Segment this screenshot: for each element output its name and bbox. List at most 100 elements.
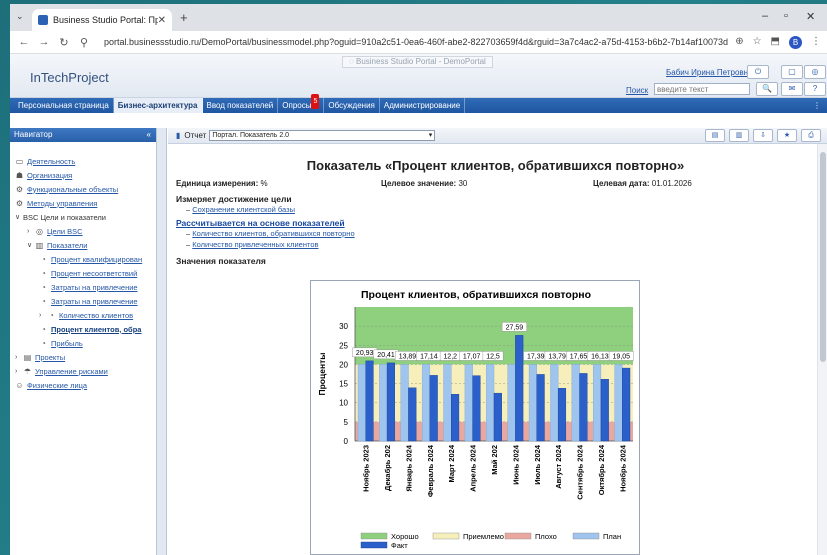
- user-profile-icon[interactable]: ⏻: [747, 65, 769, 79]
- back-icon[interactable]: ←: [16, 36, 32, 48]
- projects-icon: ▤: [23, 352, 32, 362]
- bar-fact: [472, 375, 481, 442]
- bar-fact: [493, 392, 502, 442]
- data-label: 13,89: [399, 353, 417, 360]
- user-name-link[interactable]: Бабич Ирина Петровна: [666, 68, 753, 77]
- bar-plan: [486, 364, 495, 442]
- tree-node[interactable]: › ▤ Проекты: [15, 350, 156, 364]
- calc-title-link[interactable]: Рассчитывается на основе показателей: [176, 218, 815, 228]
- minimize-icon[interactable]: –: [762, 10, 768, 22]
- search-icon[interactable]: 🔍: [756, 82, 778, 96]
- chevron-down-icon[interactable]: ∨: [15, 213, 23, 221]
- search-input[interactable]: [654, 83, 750, 95]
- tree-node[interactable]: ◔ Процент клиентов, обра: [15, 322, 156, 336]
- calc-link-2[interactable]: Количество привлеченных клиентов: [192, 240, 318, 249]
- extensions-icon[interactable]: ⬒: [771, 36, 780, 49]
- tab-search-icon[interactable]: ⌄: [16, 11, 24, 22]
- mail-icon[interactable]: ✉: [781, 82, 803, 96]
- export-pdf-icon[interactable]: ▥: [729, 129, 749, 142]
- legend-swatch: [572, 532, 600, 540]
- chevron-down-icon[interactable]: ∨: [27, 241, 35, 249]
- tree-node[interactable]: ☺ Физические лица: [15, 378, 156, 392]
- data-label: 20,93: [356, 350, 374, 357]
- tree-node[interactable]: ◔ Затраты на привлечение: [15, 280, 156, 294]
- export-doc-icon[interactable]: ▤: [705, 129, 725, 142]
- tree-node[interactable]: ⚙ Функциональные объекты: [15, 182, 156, 196]
- site-info-icon[interactable]: ⚲: [76, 36, 92, 49]
- zoom-icon[interactable]: ⊕: [735, 36, 743, 49]
- maximize-icon[interactable]: ▫: [784, 10, 788, 22]
- menu-item-label: Администрирование: [383, 101, 461, 110]
- calc-link-1[interactable]: Количество клиентов, обратившихся повтор…: [192, 229, 354, 238]
- unit-label: Единица измерения:: [176, 179, 259, 188]
- tree-node[interactable]: ◔ Прибыль: [15, 336, 156, 350]
- tree-node[interactable]: ▭ Деятельность: [15, 154, 156, 168]
- menu-item[interactable]: Администрирование: [380, 98, 466, 113]
- tree-node[interactable]: ◔ Процент несоответствий: [15, 266, 156, 280]
- new-tab-icon[interactable]: +: [180, 10, 188, 25]
- window-icon[interactable]: ▢: [781, 65, 803, 79]
- unit-value: %: [260, 179, 268, 188]
- profile-avatar[interactable]: B: [789, 35, 802, 49]
- close-tab-icon[interactable]: ✕: [158, 15, 166, 26]
- tree-node[interactable]: › ◎ Цели BSC: [15, 224, 156, 238]
- bar-plan: [379, 364, 388, 442]
- values-title: Значения показателя: [176, 256, 266, 266]
- help-icon[interactable]: ?: [804, 82, 826, 96]
- menu-item-label: Ввод показателей: [206, 101, 274, 110]
- chevron-right-icon[interactable]: ›: [39, 312, 47, 319]
- legend-swatch: [360, 541, 388, 549]
- download-icon[interactable]: ⇩: [753, 129, 773, 142]
- report-select[interactable]: Портал. Показатель 2.0 ▾: [209, 130, 436, 141]
- print-icon[interactable]: ⎙: [801, 129, 821, 142]
- portal-tag: ◌ Business Studio Portal - DemoPortal: [342, 56, 493, 68]
- bookmark-star-icon[interactable]: ☆: [753, 36, 762, 49]
- tree-node[interactable]: ∨ BSC Цели и показатели: [15, 210, 156, 224]
- favicon-icon: [38, 15, 48, 25]
- tree-node[interactable]: ⚙ Методы управления: [15, 196, 156, 210]
- menu-item[interactable]: Опросы 5: [278, 94, 325, 113]
- url-field[interactable]: portal.businessstudio.ru/DemoPortal/busi…: [104, 37, 735, 47]
- tree-node-label: Процент квалифицирован: [51, 254, 143, 264]
- browser-menu-icon[interactable]: ⋮: [811, 36, 821, 49]
- tree-node[interactable]: › ◔ Количество клиентов: [15, 308, 156, 322]
- x-tick-label: Август 2024: [554, 444, 563, 489]
- content-panel: ▮ Отчет Портал. Показатель 2.0 ▾ ▤ ▥ ⇩ ★…: [168, 128, 827, 555]
- menu-more-icon[interactable]: ⋮: [813, 98, 821, 113]
- menu-item[interactable]: Бизнес-архитектура: [113, 98, 203, 113]
- menu-item-label: Персональная страница: [18, 101, 109, 110]
- data-label: 12,2: [443, 353, 457, 360]
- menu-item[interactable]: Ввод показателей: [203, 98, 279, 113]
- reload-icon[interactable]: ↻: [56, 36, 72, 49]
- chevron-right-icon[interactable]: ›: [27, 228, 35, 235]
- risk-icon: ☂: [23, 366, 32, 376]
- tree-node[interactable]: ∨ ▥ Показатели: [15, 238, 156, 252]
- chevron-right-icon[interactable]: ›: [15, 368, 23, 375]
- person-icon: ☺: [15, 380, 24, 390]
- bar-plan: [357, 364, 366, 442]
- panel-splitter[interactable]: [157, 128, 167, 555]
- favorite-star-icon[interactable]: ★: [777, 129, 797, 142]
- tree-node[interactable]: ◔ Затраты на привлечение: [15, 294, 156, 308]
- portal-tag-text: Business Studio Portal - DemoPortal: [355, 57, 486, 66]
- menu-item[interactable]: Обсуждения: [324, 98, 380, 113]
- y-axis-label: Проценты: [317, 352, 327, 395]
- bar-fact: [365, 360, 374, 442]
- tree-node-label: Организация: [27, 170, 73, 180]
- browser-tab[interactable]: Business Studio Portal: Процесс ✕: [32, 9, 172, 31]
- collapse-icon[interactable]: «: [147, 128, 151, 142]
- chevron-right-icon[interactable]: ›: [15, 354, 23, 361]
- settings-icon[interactable]: ◎: [804, 65, 826, 79]
- legend-label: Плохо: [535, 532, 557, 541]
- menu-item[interactable]: Персональная страница: [14, 98, 114, 113]
- tree-node[interactable]: ☗ Организация: [15, 168, 156, 182]
- close-window-icon[interactable]: ✕: [806, 10, 815, 23]
- chart-svg: Процент клиентов, обратившихся повторно 0…: [317, 289, 634, 550]
- scrollbar-thumb[interactable]: [820, 152, 826, 362]
- tree-node[interactable]: ◔ Процент квалифицирован: [15, 252, 156, 266]
- goal-link[interactable]: Сохранение клиентской базы: [192, 205, 295, 214]
- forward-icon[interactable]: →: [36, 36, 52, 48]
- search-label[interactable]: Поиск: [626, 86, 648, 95]
- tree-node[interactable]: › ☂ Управление рисками: [15, 364, 156, 378]
- content-scrollbar[interactable]: [817, 144, 827, 555]
